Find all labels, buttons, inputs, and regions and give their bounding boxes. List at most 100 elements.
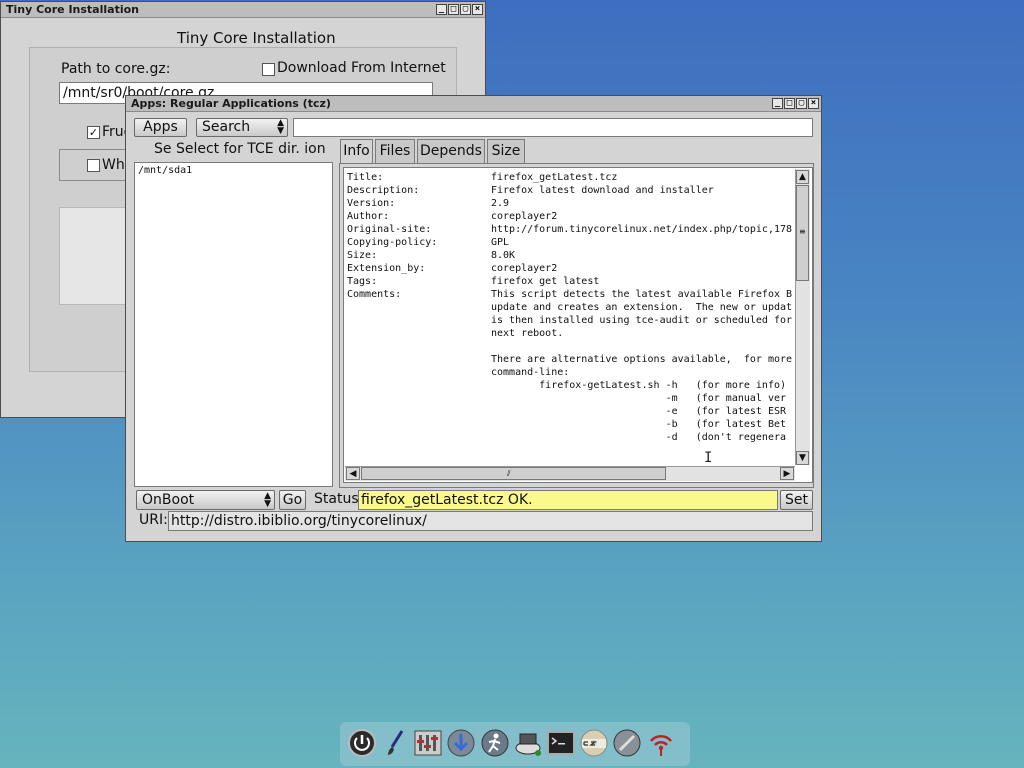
info-value: http://forum.tinycorelinux.net/index.php…: [491, 224, 792, 235]
mount-tool-icon[interactable]: [513, 728, 543, 758]
paintbrush-icon[interactable]: [380, 728, 410, 758]
tab-size[interactable]: Size: [487, 139, 525, 163]
info-value: firefox-getLatest.sh -h (for more info): [491, 380, 787, 391]
info-value: -d (don't regenera: [491, 432, 787, 443]
onboot-select[interactable]: OnBoot ▲ ▼: [136, 490, 275, 510]
tab-files[interactable]: Files: [375, 139, 415, 163]
info-value: -b (for latest Bet: [491, 419, 787, 430]
apps-window-title: Apps: Regular Applications (tcz): [131, 97, 331, 110]
installer-heading: Tiny Core Installation: [177, 29, 336, 47]
info-row: Size: 8.0K: [347, 249, 792, 262]
wifi-icon[interactable]: [646, 728, 676, 758]
search-select[interactable]: Search ▲ ▼: [196, 118, 288, 137]
whole-disk-checkbox[interactable]: [87, 159, 100, 172]
info-row: firefox-getLatest.sh -h (for more info): [347, 379, 792, 392]
info-value: coreplayer2: [491, 263, 558, 274]
installer-icon[interactable]: [612, 728, 642, 758]
tab-depends[interactable]: Depends: [417, 139, 485, 163]
run-icon[interactable]: [480, 728, 510, 758]
close-icon[interactable]: ×: [472, 4, 483, 15]
info-key: Title:: [347, 172, 384, 183]
info-row: Version: 2.9: [347, 197, 792, 210]
info-value: command-line:: [491, 367, 570, 378]
status-label: Status: [314, 491, 359, 507]
scroll-left-icon[interactable]: ◀: [346, 467, 360, 480]
scroll-up-icon[interactable]: ▲: [796, 170, 809, 184]
set-button[interactable]: Set: [780, 490, 813, 510]
info-key: Author:: [347, 211, 390, 222]
info-row: Title: firefox_getLatest.tcz: [347, 171, 792, 184]
info-row: -d (don't regenera: [347, 431, 792, 444]
minimize-icon[interactable]: _: [772, 98, 783, 109]
info-value: next reboot.: [491, 328, 564, 339]
frugal-checkbox[interactable]: ✓: [87, 126, 100, 139]
control-panel-icon[interactable]: [413, 728, 443, 758]
info-key: Version:: [347, 198, 396, 209]
maximize-icon[interactable]: ▢: [796, 98, 807, 109]
apps-download-icon[interactable]: [446, 728, 476, 758]
whole-disk-label: Wh: [102, 157, 125, 173]
info-row: is then installed using tce-audit or sch…: [347, 314, 792, 327]
info-key: Tags:: [347, 276, 378, 287]
ezremaster-icon[interactable]: [579, 728, 609, 758]
info-row: update and creates an extension. The new…: [347, 301, 792, 314]
info-key: Extension_by:: [347, 263, 426, 274]
apps-titlebar[interactable]: Apps: Regular Applications (tcz) _ □ ▢ ×: [126, 96, 821, 112]
info-key: Copying-policy:: [347, 237, 438, 248]
info-value: -e (for latest ESR: [491, 406, 787, 417]
info-row: -e (for latest ESR: [347, 405, 792, 418]
list-item[interactable]: /mnt/sda1: [138, 165, 192, 176]
grip-icon: ⫽: [507, 469, 511, 478]
info-row: Author: coreplayer2: [347, 210, 792, 223]
terminal-icon[interactable]: [546, 728, 576, 758]
scroll-right-icon[interactable]: ▶: [780, 467, 794, 480]
info-value: update and creates an extension. The new…: [491, 302, 792, 313]
download-checkbox[interactable]: [262, 63, 275, 76]
scroll-down-icon[interactable]: ▼: [796, 451, 809, 465]
download-label: Download From Internet: [277, 60, 446, 76]
path-label: Path to core.gz:: [61, 61, 171, 77]
uri-label: URI:: [139, 512, 168, 528]
restore-icon[interactable]: □: [448, 4, 459, 15]
info-row: There are alternative options available,…: [347, 353, 792, 366]
info-key: Description:: [347, 185, 420, 196]
info-value: is then installed using tce-audit or sch…: [491, 315, 792, 326]
info-value: coreplayer2: [491, 211, 558, 222]
info-row: [347, 340, 792, 353]
power-icon[interactable]: [347, 728, 377, 758]
info-value: 2.9: [491, 198, 510, 209]
info-row: Comments: This script detects the latest …: [347, 288, 792, 301]
onboot-select-value: OnBoot: [142, 492, 195, 508]
info-row: Tags: firefox get latest: [347, 275, 792, 288]
search-input[interactable]: [293, 118, 813, 137]
info-value: Firefox latest download and installer: [491, 185, 714, 196]
info-key: Size:: [347, 250, 378, 261]
status-field: firefox_getLatest.tcz OK.: [358, 490, 778, 510]
info-row: command-line:: [347, 366, 792, 379]
tab-info[interactable]: Info: [340, 139, 373, 164]
apps-menu-button[interactable]: Apps: [134, 118, 187, 137]
info-row: Description: Firefox latest download and …: [347, 184, 792, 197]
close-icon[interactable]: ×: [808, 98, 819, 109]
info-row: -b (for latest Bet: [347, 418, 792, 431]
desktop: Tiny Core Installation _ □ ▢ × Tiny Core…: [0, 0, 1024, 768]
go-button[interactable]: Go: [279, 490, 306, 510]
horizontal-scroll-thumb[interactable]: ⫽: [361, 467, 666, 480]
spinner-arrows-icon: ▲ ▼: [277, 118, 284, 136]
vertical-scroll-thumb[interactable]: ≡: [796, 185, 809, 281]
info-value: GPL: [491, 237, 510, 248]
uri-field[interactable]: http://distro.ibiblio.org/tinycorelinux/: [168, 511, 813, 531]
installer-titlebar[interactable]: Tiny Core Installation _ □ ▢ ×: [1, 2, 485, 18]
info-value: firefox_getLatest.tcz: [491, 172, 618, 183]
tce-dir-list[interactable]: /mnt/sda1: [134, 162, 333, 487]
info-key: Comments:: [347, 289, 402, 300]
minimize-icon[interactable]: _: [436, 4, 447, 15]
info-row: Original-site: http://forum.tinycorelinux…: [347, 223, 792, 236]
info-value: -m (for manual ver: [491, 393, 787, 404]
installer-panel: [59, 207, 129, 305]
info-value: This script detects the latest available…: [491, 289, 792, 300]
restore-icon[interactable]: □: [784, 98, 795, 109]
info-row: Copying-policy: GPL: [347, 236, 792, 249]
maximize-icon[interactable]: ▢: [460, 4, 471, 15]
select-tce-label: Se Select for TCE dir. ion: [154, 141, 326, 157]
